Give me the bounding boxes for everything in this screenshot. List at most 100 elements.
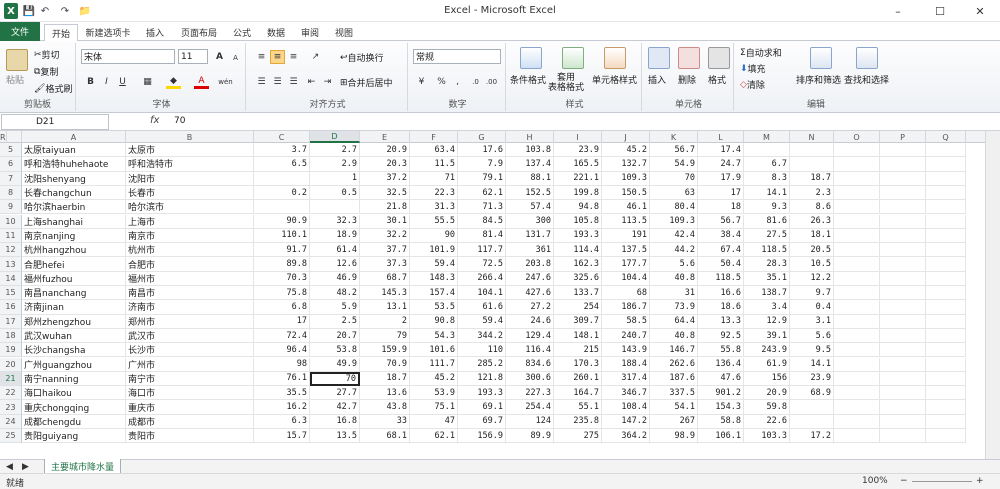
table-cell[interactable]: 33: [360, 414, 410, 429]
table-cell[interactable]: 901.2: [698, 386, 744, 401]
table-cell[interactable]: 23.9: [790, 371, 834, 387]
table-cell[interactable]: 21.8: [360, 200, 410, 215]
cut-button[interactable]: ✂ 剪切: [34, 48, 60, 62]
table-cell[interactable]: 106.1: [698, 429, 744, 444]
table-cell[interactable]: 57.4: [506, 200, 554, 215]
table-cell[interactable]: 70.3: [254, 271, 310, 286]
tab-data[interactable]: 数据: [262, 24, 290, 41]
table-cell[interactable]: 2.3: [790, 185, 834, 201]
table-cell[interactable]: 146.7: [650, 343, 698, 358]
table-cell[interactable]: 170.3: [554, 357, 602, 372]
table-cell[interactable]: 3.4: [744, 300, 790, 315]
table-cell[interactable]: 152.5: [506, 185, 554, 201]
table-cell[interactable]: 南昌市: [126, 286, 254, 301]
table-cell[interactable]: 济南市: [126, 300, 254, 315]
table-cell[interactable]: 54.9: [650, 157, 698, 172]
table-cell[interactable]: 138.7: [744, 286, 790, 301]
tab-formulas[interactable]: 公式: [228, 24, 256, 41]
row-header[interactable]: 7: [0, 171, 22, 186]
table-cell[interactable]: 17.2: [790, 429, 834, 444]
table-cell[interactable]: 福州市: [126, 271, 254, 286]
table-cell[interactable]: 17.4: [698, 143, 744, 158]
table-cell[interactable]: 58.8: [698, 414, 744, 429]
table-cell[interactable]: 重庆市: [126, 400, 254, 415]
table-cell[interactable]: [926, 357, 966, 372]
row-header[interactable]: 12: [0, 243, 22, 258]
row-header[interactable]: 13: [0, 257, 22, 272]
column-header[interactable]: N: [790, 131, 834, 143]
table-cell[interactable]: 70: [310, 371, 360, 387]
row-header[interactable]: 5: [0, 143, 22, 158]
row-header[interactable]: 17: [0, 314, 22, 329]
table-cell[interactable]: 84.5: [458, 214, 506, 229]
table-cell[interactable]: [880, 371, 926, 387]
comma-button[interactable]: ,: [450, 75, 465, 89]
table-cell[interactable]: 18: [698, 200, 744, 215]
table-cell[interactable]: 91.7: [254, 243, 310, 258]
table-cell[interactable]: [880, 414, 926, 429]
table-cell[interactable]: 13.5: [310, 429, 360, 444]
format-icon[interactable]: [708, 47, 730, 69]
table-cell[interactable]: 59.8: [744, 400, 790, 415]
column-header[interactable]: K: [650, 131, 698, 143]
table-cell[interactable]: 92.5: [698, 328, 744, 344]
row-header[interactable]: 18: [0, 328, 22, 344]
table-cell[interactable]: 10.5: [790, 257, 834, 272]
table-cell[interactable]: 18.6: [698, 300, 744, 315]
column-header[interactable]: D: [310, 131, 360, 143]
table-cell[interactable]: [926, 328, 966, 344]
table-cell[interactable]: 156: [744, 371, 790, 387]
table-cell[interactable]: 南京nanjing: [22, 228, 126, 244]
table-cell[interactable]: 137.4: [506, 157, 554, 172]
row-header[interactable]: 23: [0, 400, 22, 415]
table-cell[interactable]: 长春changchun: [22, 185, 126, 201]
grow-font-button[interactable]: A: [212, 50, 227, 64]
table-cell[interactable]: [880, 314, 926, 329]
format-button[interactable]: 格式: [708, 73, 726, 86]
table-cell[interactable]: 157.4: [410, 286, 458, 301]
table-cell[interactable]: 16.2: [254, 400, 310, 415]
table-cell[interactable]: 191: [602, 228, 650, 244]
table-cell[interactable]: 64.4: [650, 314, 698, 329]
table-cell[interactable]: 129.4: [506, 328, 554, 344]
conditional-format-button[interactable]: 条件格式: [510, 73, 546, 86]
table-cell[interactable]: 成都市: [126, 414, 254, 429]
table-cell[interactable]: 35.1: [744, 271, 790, 286]
table-cell[interactable]: 合肥市: [126, 257, 254, 272]
table-cell[interactable]: 37.3: [360, 257, 410, 272]
table-cell[interactable]: 27.7: [310, 386, 360, 401]
table-cell[interactable]: 44.2: [650, 243, 698, 258]
table-cell[interactable]: 300.6: [506, 371, 554, 387]
table-cell[interactable]: 26.3: [790, 214, 834, 229]
table-cell[interactable]: 145.3: [360, 286, 410, 301]
table-cell[interactable]: 47: [410, 414, 458, 429]
table-cell[interactable]: 13.1: [360, 300, 410, 315]
table-cell[interactable]: [926, 400, 966, 415]
table-cell[interactable]: 56.7: [650, 143, 698, 158]
table-cell[interactable]: 39.1: [744, 328, 790, 344]
column-header[interactable]: F: [410, 131, 458, 143]
table-cell[interactable]: 上海shanghai: [22, 214, 126, 229]
orientation-icon[interactable]: ↗: [308, 50, 323, 64]
table-cell[interactable]: 13.3: [698, 314, 744, 329]
column-header[interactable]: C: [254, 131, 310, 143]
table-cell[interactable]: 150.5: [602, 185, 650, 201]
table-cell[interactable]: [880, 400, 926, 415]
table-cell[interactable]: 79: [360, 328, 410, 344]
vertical-scrollbar[interactable]: [985, 131, 1000, 459]
table-cell[interactable]: 南昌nanchang: [22, 286, 126, 301]
table-cell[interactable]: 54.3: [410, 328, 458, 344]
table-cell[interactable]: [926, 371, 966, 387]
table-cell[interactable]: [834, 357, 880, 372]
autosum-button[interactable]: Σ 自动求和: [740, 46, 782, 60]
table-cell[interactable]: 110.1: [254, 228, 310, 244]
column-header[interactable]: J: [602, 131, 650, 143]
decrease-indent-icon[interactable]: ⇤: [304, 75, 319, 89]
table-cell[interactable]: 69.1: [458, 400, 506, 415]
table-cell[interactable]: 呼和浩特市: [126, 157, 254, 172]
row-header[interactable]: 24: [0, 414, 22, 429]
table-cell[interactable]: [834, 171, 880, 186]
fill-color-icon[interactable]: ◆: [166, 75, 181, 89]
increase-indent-icon[interactable]: ⇥: [320, 75, 335, 89]
align-center-icon[interactable]: ☰: [270, 75, 285, 89]
